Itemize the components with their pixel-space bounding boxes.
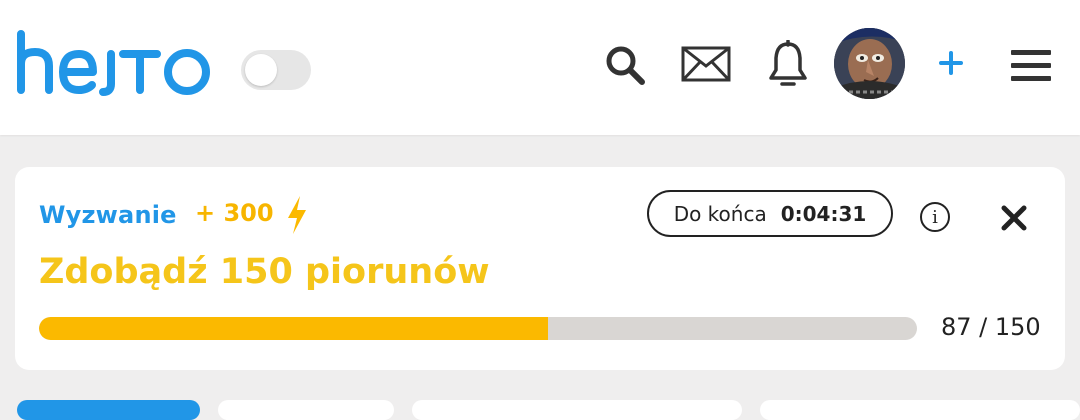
info-icon[interactable]: i: [920, 202, 950, 232]
challenge-title: Zdobądź 150 piorunów: [39, 252, 490, 292]
app-header: [0, 0, 1080, 135]
toggle-knob: [245, 54, 277, 86]
timer-value: 0:04:31: [780, 201, 867, 226]
tab-1[interactable]: [17, 400, 200, 420]
challenge-points: + 300: [195, 199, 274, 227]
tab-3[interactable]: [412, 400, 742, 420]
avatar[interactable]: [834, 28, 905, 99]
bell-icon[interactable]: [768, 40, 808, 90]
add-post-button[interactable]: [938, 48, 964, 78]
tab-2[interactable]: [218, 400, 394, 420]
tab-4[interactable]: [760, 400, 1080, 420]
time-remaining-badge: Do końca 0:04:31: [647, 190, 893, 237]
avatar-image: [834, 28, 905, 99]
hejto-logo[interactable]: [15, 28, 215, 103]
timer-label: Do końca: [673, 201, 767, 226]
challenge-label: Wyzwanie: [39, 201, 177, 229]
theme-toggle[interactable]: [241, 50, 311, 90]
progress-fill: [39, 317, 549, 340]
lightning-icon: [288, 196, 306, 234]
menu-icon[interactable]: [1010, 46, 1052, 84]
search-icon[interactable]: [604, 44, 646, 86]
progress-bar: [39, 317, 917, 340]
challenge-card: Wyzwanie + 300 Do końca 0:04:31 i Zdobąd…: [15, 167, 1065, 370]
progress-text: 87 / 150: [941, 313, 1041, 341]
mail-icon[interactable]: [681, 46, 731, 82]
close-icon[interactable]: [1000, 204, 1028, 232]
